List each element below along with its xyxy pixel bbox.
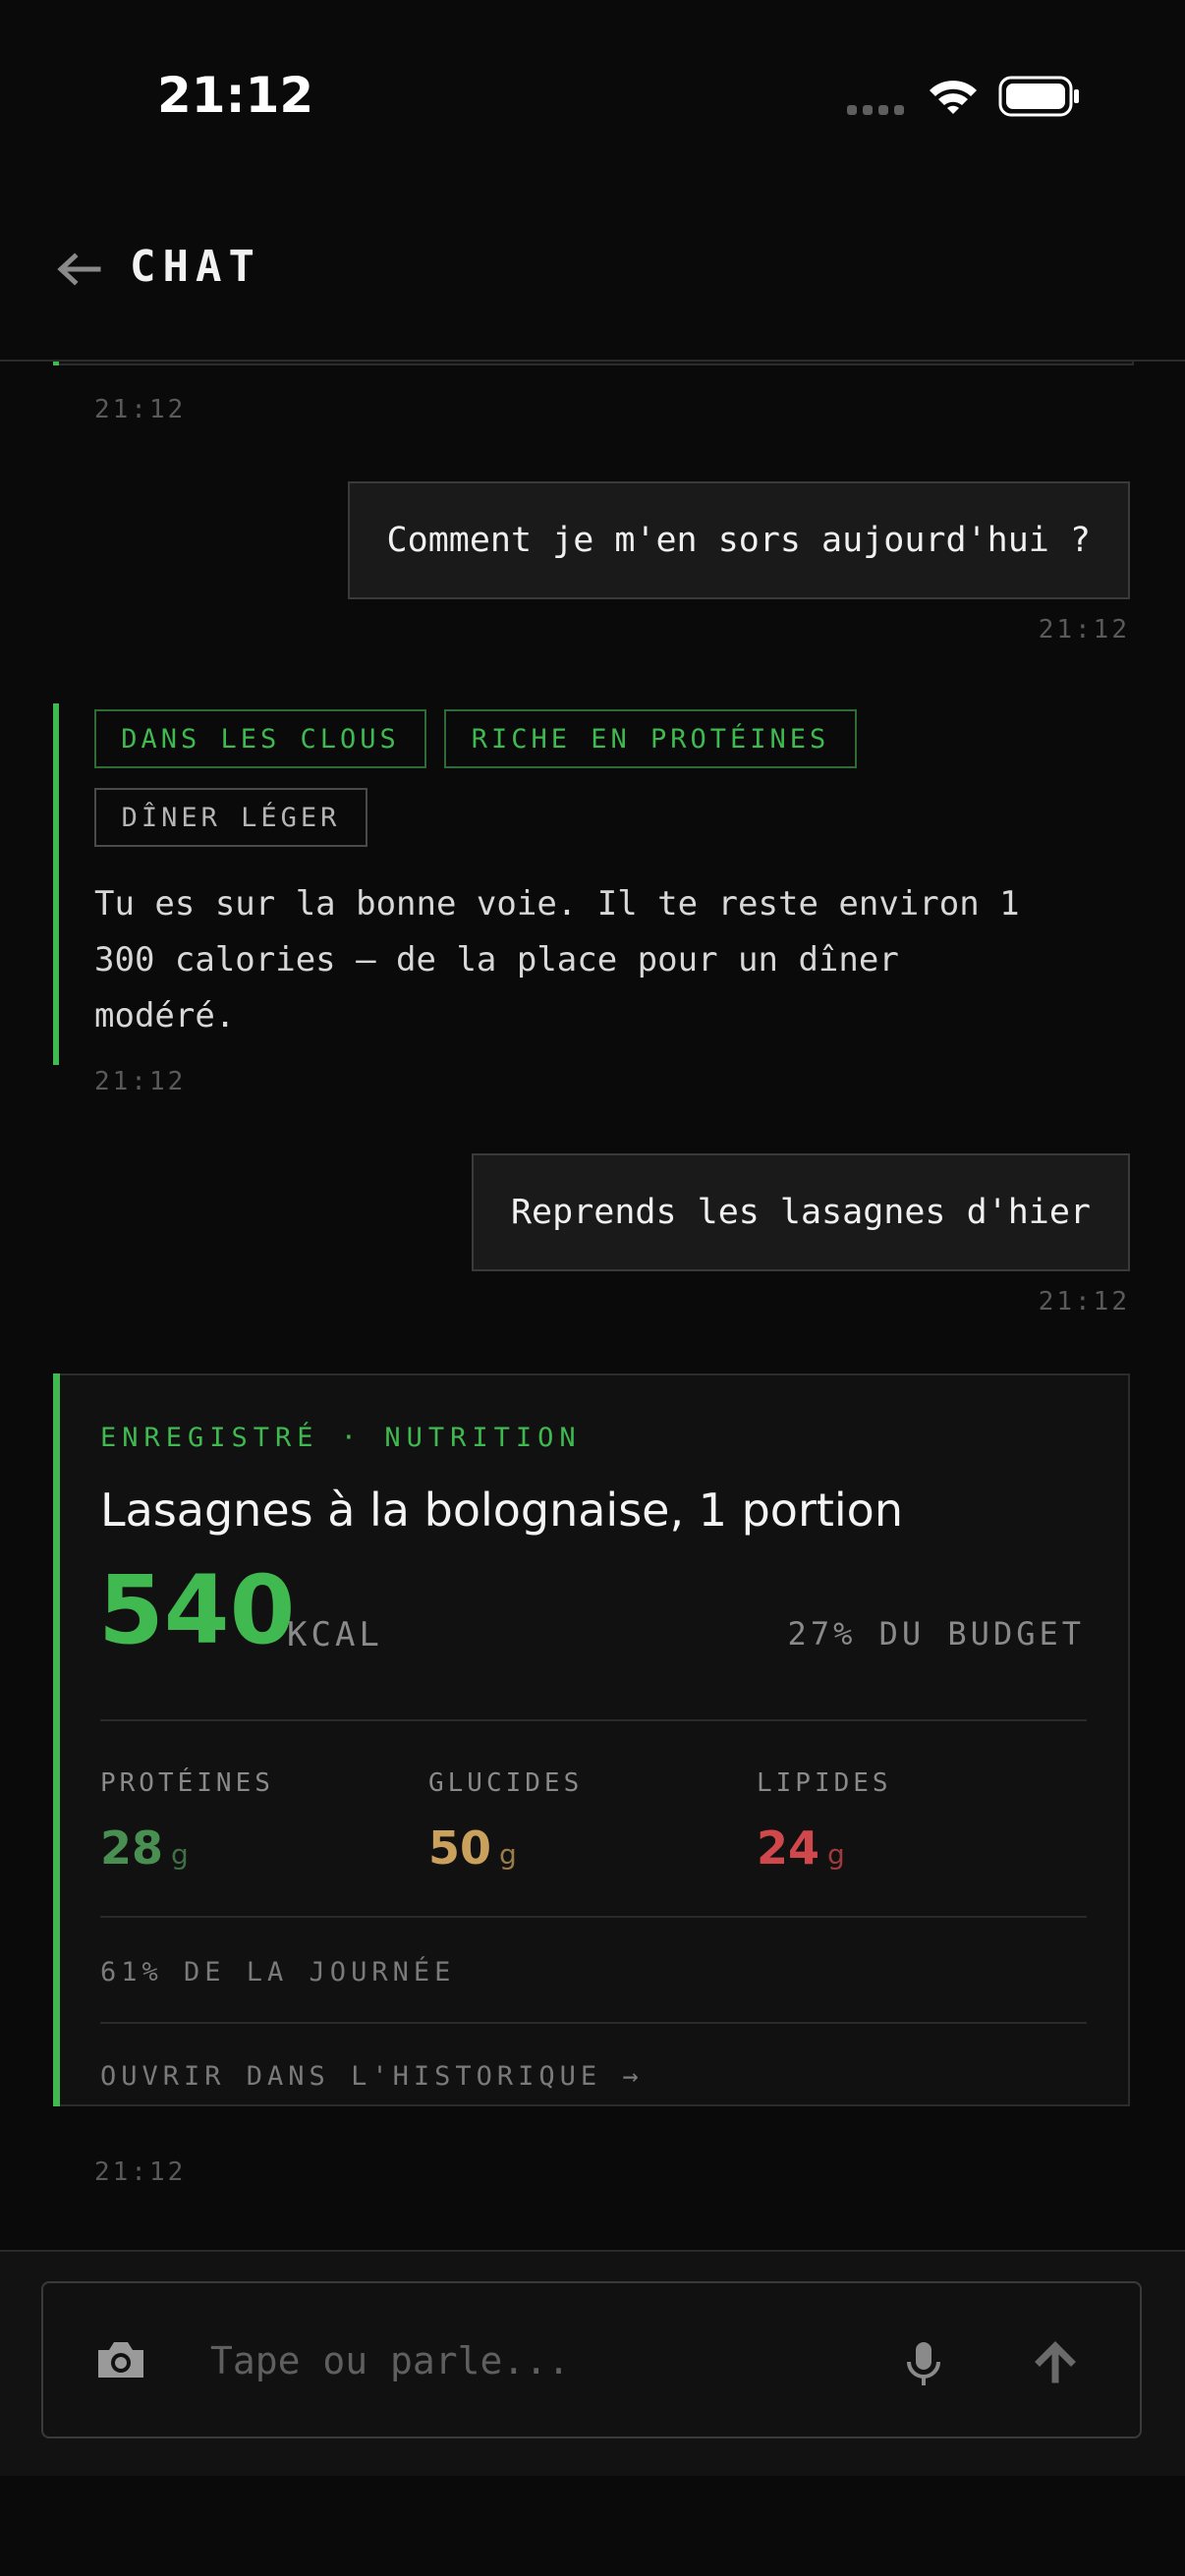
macro-fats: LIPIDES 24 g xyxy=(757,1768,1051,1875)
wifi-icon xyxy=(928,77,979,120)
macro-carbs: GLUCIDES 50 g xyxy=(428,1768,723,1875)
macro-number: 50 xyxy=(428,1821,492,1875)
cellular-signal-icon xyxy=(847,102,906,121)
message-timestamp: 21:12 xyxy=(94,1067,187,1096)
macro-label: GLUCIDES xyxy=(428,1768,584,1798)
assistant-message-text: Tu es sur la bonne voie. Il te reste env… xyxy=(94,884,1020,1036)
arrow-left-icon[interactable] xyxy=(55,250,102,293)
kcal-unit: KCAL xyxy=(287,1615,383,1654)
accent-bar xyxy=(53,703,59,1065)
user-message: Reprends les lasagnes d'hier xyxy=(471,1153,1130,1271)
message-timestamp: 21:12 xyxy=(1038,615,1130,644)
macro-label: LIPIDES xyxy=(757,1768,892,1798)
open-history-link[interactable]: OUVRIR DANS L'HISTORIQUE → xyxy=(100,2061,644,2092)
chat-thread[interactable]: 21:12 Comment je m'en sors aujourd'hui ?… xyxy=(0,362,1185,2250)
send-arrow-icon[interactable] xyxy=(1032,2340,1079,2387)
macro-number: 24 xyxy=(757,1821,820,1875)
accent-bar xyxy=(53,1373,60,2106)
message-timestamp: 21:12 xyxy=(94,2157,187,2187)
tag-label: DÎNER LÉGER xyxy=(121,802,341,833)
macro-proteins: PROTÉINES 28 g xyxy=(100,1768,395,1875)
tag-label: RICHE EN PROTÉINES xyxy=(471,723,830,755)
message-input[interactable] xyxy=(208,2319,900,2403)
macro-number: 28 xyxy=(100,1821,164,1875)
tag-chip: DANS LES CLOUS xyxy=(94,709,426,768)
status-time: 21:12 xyxy=(157,67,314,124)
tag-chip: RICHE EN PROTÉINES xyxy=(444,709,857,768)
chat-header: CHAT xyxy=(0,187,1185,362)
home-indicator-area xyxy=(0,2476,1185,2576)
assistant-message: DANS LES CLOUS RICHE EN PROTÉINES DÎNER … xyxy=(53,703,1036,1065)
day-percent: 61% DE LA JOURNÉE xyxy=(100,1957,456,1988)
macro-value: 50 g xyxy=(428,1821,723,1875)
page-title: CHAT xyxy=(130,242,261,292)
user-message-text: Reprends les lasagnes d'hier xyxy=(510,1193,1091,1232)
camera-icon[interactable] xyxy=(94,2338,147,2385)
microphone-icon[interactable] xyxy=(904,2340,943,2393)
meal-title: Lasagnes à la bolognaise, 1 portion xyxy=(100,1484,903,1537)
divider xyxy=(100,1719,1087,1721)
composer-area xyxy=(0,2250,1185,2478)
message-timestamp: 21:12 xyxy=(94,395,187,424)
status-bar: 21:12 xyxy=(0,0,1185,187)
nutrition-log-card: ENREGISTRÉ · NUTRITION Lasagnes à la bol… xyxy=(53,1373,1130,2106)
divider xyxy=(100,1916,1087,1918)
macro-label: PROTÉINES xyxy=(100,1768,274,1798)
message-composer xyxy=(41,2281,1142,2438)
kcal-value: 540 xyxy=(98,1555,296,1665)
tag-chip: DÎNER LÉGER xyxy=(94,788,367,847)
assistant-message-previous xyxy=(53,362,1134,365)
budget-percent: 27% DU BUDGET xyxy=(787,1615,1085,1652)
macro-unit: g xyxy=(827,1838,845,1871)
tag-label: DANS LES CLOUS xyxy=(121,723,400,755)
accent-bar xyxy=(53,362,59,365)
macro-value: 28 g xyxy=(100,1821,395,1875)
user-message: Comment je m'en sors aujourd'hui ? xyxy=(347,481,1130,599)
divider xyxy=(100,2022,1087,2024)
message-timestamp: 21:12 xyxy=(1038,1287,1130,1316)
user-message-text: Comment je m'en sors aujourd'hui ? xyxy=(386,521,1091,560)
battery-icon xyxy=(998,75,1081,122)
macro-unit: g xyxy=(499,1838,517,1871)
card-kicker: ENREGISTRÉ · NUTRITION xyxy=(100,1423,582,1453)
macro-value: 24 g xyxy=(757,1821,1051,1875)
macro-unit: g xyxy=(171,1838,189,1871)
